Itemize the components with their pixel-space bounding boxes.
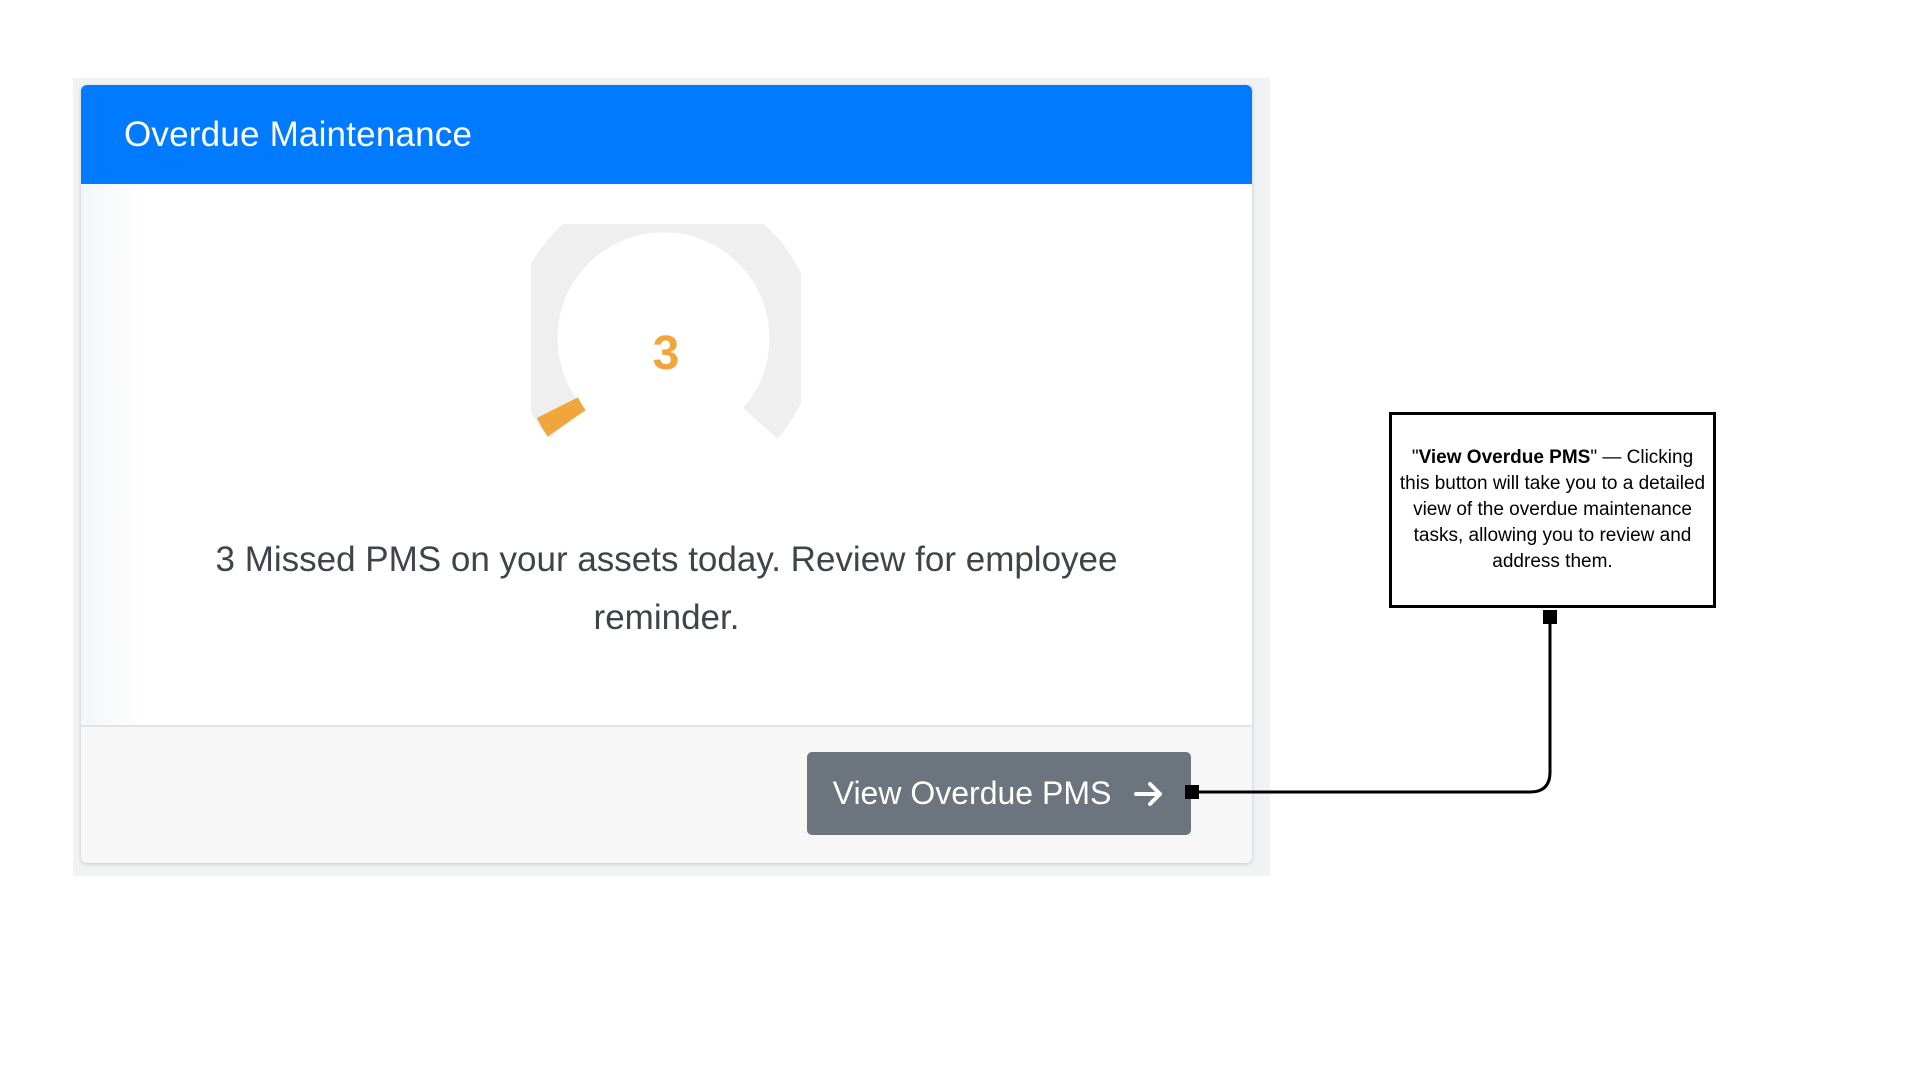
gauge-fill [536, 397, 586, 437]
annotation-callout: "View Overdue PMS" — Clicking this butto… [1389, 412, 1716, 608]
callout-text: "View Overdue PMS" — Clicking this butto… [1398, 445, 1707, 575]
gauge-value: 3 [652, 327, 680, 380]
arrow-right-icon [1133, 778, 1165, 810]
card-title: Overdue Maintenance [124, 114, 473, 154]
view-overdue-pms-label: View Overdue PMS [832, 775, 1112, 811]
card-header: Overdue Maintenance [81, 85, 1252, 184]
overdue-maintenance-card: Overdue Maintenance 3 3 Missed PMS on yo… [81, 85, 1252, 863]
overdue-gauge: 3 [511, 186, 816, 454]
missed-pms-message: 3 Missed PMS on your assets today. Revie… [215, 540, 1118, 637]
card-footer: View Overdue PMS [81, 725, 1252, 863]
callout-bold-text: View Overdue PMS [1418, 447, 1591, 468]
callout-quote-open: " [1411, 447, 1419, 468]
stage: Overdue Maintenance 3 3 Missed PMS on yo… [0, 0, 1920, 1080]
card-body: 3 3 Missed PMS on your assets today. Rev… [81, 184, 1252, 725]
view-overdue-pms-button[interactable]: View Overdue PMS [807, 752, 1191, 835]
gauge-track [511, 186, 816, 439]
connector-end-marker [1543, 610, 1557, 624]
